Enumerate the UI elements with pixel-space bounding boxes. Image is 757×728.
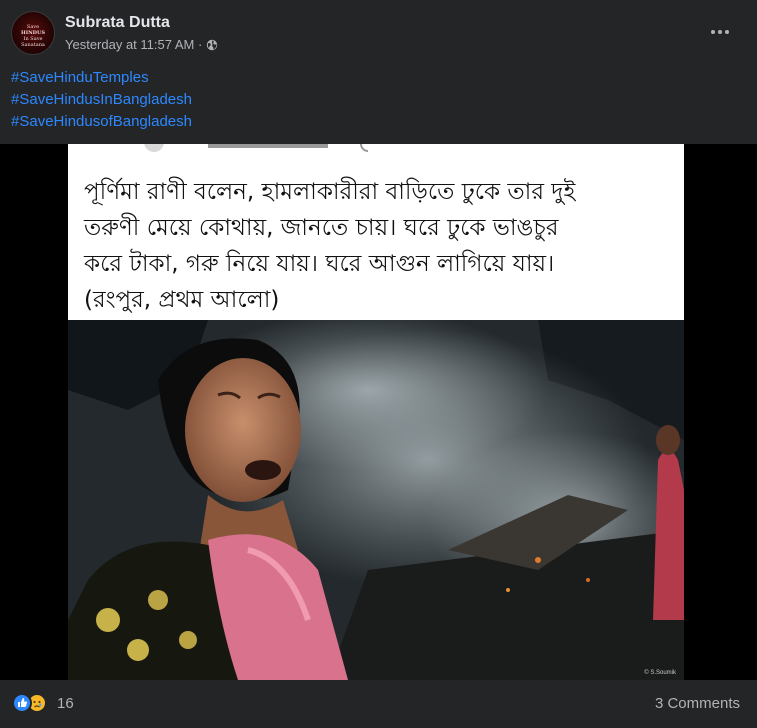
image-watermark: © S.Soumik bbox=[644, 670, 676, 676]
more-options-button[interactable] bbox=[705, 20, 735, 44]
reaction-count: 16 bbox=[57, 694, 74, 712]
hashtag-link[interactable]: #SaveHinduTemples bbox=[11, 67, 192, 89]
image-caption: পূর্ণিমা রাণী বলেন, হামলাকারীরা বাড়িতে … bbox=[84, 179, 576, 313]
avatar[interactable]: Save HINDUS In Save Sanatana bbox=[11, 11, 55, 55]
reaction-summary[interactable]: 16 bbox=[12, 693, 74, 713]
hashtag-link[interactable]: #SaveHindusInBangladesh bbox=[11, 89, 192, 111]
post-header: Save HINDUS In Save Sanatana Subrata Dut… bbox=[0, 0, 757, 70]
dot-icon bbox=[718, 30, 722, 34]
hashtag-list: #SaveHinduTemples #SaveHindusInBanglades… bbox=[11, 67, 192, 133]
dot-icon bbox=[725, 30, 729, 34]
post-footer: 16 3 Comments bbox=[0, 680, 757, 728]
post-meta: Yesterday at 11:57 AM · bbox=[65, 37, 218, 52]
author-name[interactable]: Subrata Dutta bbox=[65, 14, 170, 32]
post-timestamp[interactable]: Yesterday at 11:57 AM · bbox=[65, 37, 202, 52]
dot-icon bbox=[711, 30, 715, 34]
news-photo: © S.Soumik bbox=[68, 320, 684, 680]
cropped-header-remnant bbox=[144, 144, 368, 152]
avatar-text: Save HINDUS In Save Sanatana bbox=[21, 24, 45, 48]
hashtag-link[interactable]: #SaveHindusofBangladesh bbox=[11, 111, 192, 133]
post-image[interactable]: পূর্ণিমা রাণী বলেন, হামলাকারীরা বাড়িতে … bbox=[0, 144, 757, 680]
photo-illustration bbox=[68, 320, 684, 680]
comments-link[interactable]: 3 Comments bbox=[655, 695, 740, 712]
like-icon bbox=[12, 693, 32, 713]
globe-icon[interactable] bbox=[206, 39, 218, 51]
